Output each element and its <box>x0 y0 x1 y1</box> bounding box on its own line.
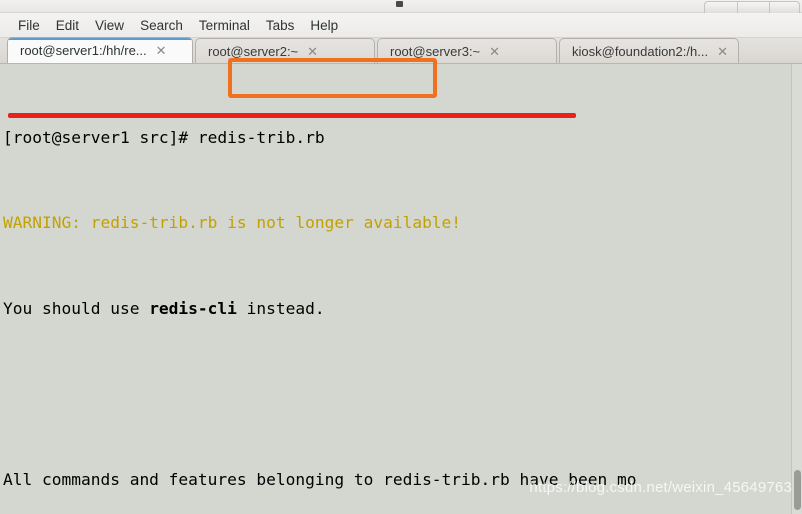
terminal-scrollbar[interactable] <box>791 64 802 514</box>
close-icon[interactable]: ✕ <box>489 45 500 58</box>
menu-tabs[interactable]: Tabs <box>258 16 303 35</box>
terminal-window: File Edit View Search Terminal Tabs Help… <box>0 0 802 514</box>
menu-edit[interactable]: Edit <box>48 16 87 35</box>
close-icon[interactable]: ✕ <box>717 45 728 58</box>
shell-prompt: [root@server1 src]# <box>3 128 198 148</box>
tab-label: root@server3:~ <box>390 43 481 59</box>
menu-search[interactable]: Search <box>132 16 191 35</box>
close-icon[interactable]: ✕ <box>156 44 167 57</box>
scrollbar-thumb[interactable] <box>794 470 801 510</box>
terminal-line-use: You should use redis-cli instead. <box>3 298 793 319</box>
menu-help[interactable]: Help <box>302 16 346 35</box>
window-titlebar <box>0 0 802 14</box>
typed-command: redis-trib.rb <box>197 128 325 148</box>
tab-bar: root@server1:/hh/re... ✕ root@server2:~ … <box>0 37 802 64</box>
use-bold: redis-cli <box>149 298 237 318</box>
tab-label: root@server1:/hh/re... <box>20 43 147 58</box>
terminal-line-warning: WARNING: redis-trib.rb is not longer ava… <box>3 212 793 233</box>
terminal-line-prompt: [root@server1 src]# redis-trib.rb <box>3 127 793 148</box>
tab-label: kiosk@foundation2:/h... <box>572 43 709 59</box>
menu-terminal[interactable]: Terminal <box>191 16 258 35</box>
terminal-text: [root@server1 src]# redis-trib.rb WARNIN… <box>3 64 793 514</box>
terminal-line-moved-1: All commands and features belonging to r… <box>3 469 637 489</box>
tab-root-server2[interactable]: root@server2:~ ✕ <box>195 38 375 63</box>
tab-root-server3[interactable]: root@server3:~ ✕ <box>377 38 557 63</box>
use-prefix: You should use <box>3 298 150 318</box>
titlebar-marker <box>396 1 403 7</box>
terminal-output-area[interactable]: [root@server1 src]# redis-trib.rb WARNIN… <box>0 64 802 514</box>
tab-kiosk-foundation2[interactable]: kiosk@foundation2:/h... ✕ <box>559 38 739 63</box>
tab-root-server1[interactable]: root@server1:/hh/re... ✕ <box>7 37 193 63</box>
menu-view[interactable]: View <box>87 16 132 35</box>
warning-text: WARNING: redis-trib.rb is not longer ava… <box>3 213 462 233</box>
menu-bar: File Edit View Search Terminal Tabs Help <box>0 13 802 38</box>
use-suffix: instead. <box>236 298 325 318</box>
terminal-blank-1 <box>3 383 793 404</box>
close-icon[interactable]: ✕ <box>307 45 318 58</box>
tab-label: root@server2:~ <box>208 43 299 59</box>
menu-file[interactable]: File <box>10 16 48 35</box>
